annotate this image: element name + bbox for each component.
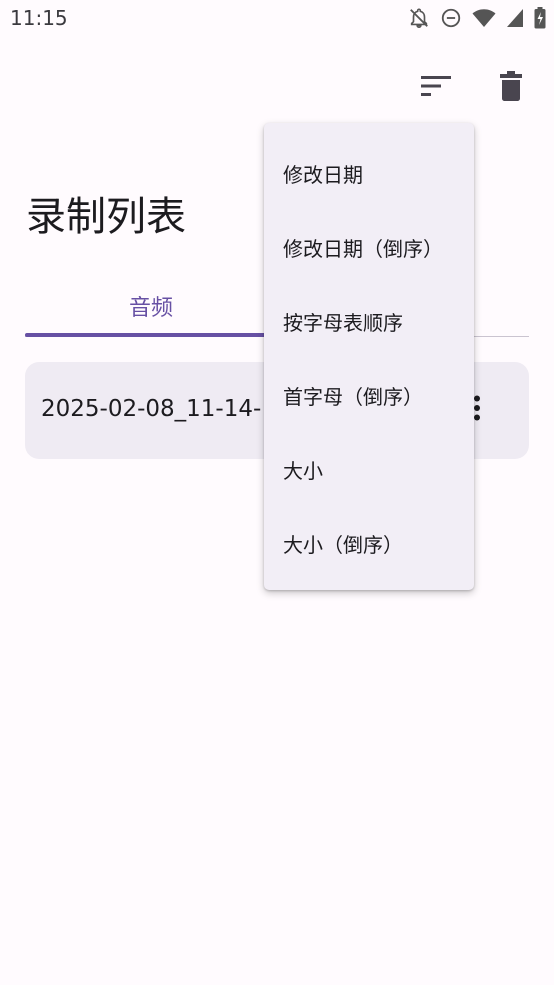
delete-icon [500,71,522,105]
do-not-disturb-icon [440,7,462,29]
menu-item-size[interactable]: 大小 [264,432,474,506]
tab-indicator [25,333,277,337]
notifications-off-icon [408,7,430,29]
menu-item-size-desc[interactable]: 大小（倒序） [264,506,474,580]
page-title: 录制列表 [26,194,186,240]
status-time: 11:15 [10,6,68,30]
status-icons [408,7,546,29]
recording-name: 2025-02-08_11-14- [41,396,262,422]
tab-audio[interactable]: 音频 [25,280,277,332]
sort-menu: 修改日期 修改日期（倒序） 按字母表顺序 首字母（倒序） 大小 大小（倒序） [264,123,474,590]
more-vertical-icon [473,395,481,425]
wifi-icon [472,8,496,28]
menu-item-initial-desc[interactable]: 首字母（倒序） [264,358,474,432]
menu-item-modified-date[interactable]: 修改日期 [264,136,474,210]
sort-button[interactable] [418,70,454,106]
delete-button[interactable] [493,70,529,106]
menu-item-alphabetical[interactable]: 按字母表顺序 [264,284,474,358]
status-bar: 11:15 [0,0,554,38]
battery-charging-icon [534,7,546,29]
signal-icon [506,8,524,28]
menu-item-modified-date-desc[interactable]: 修改日期（倒序） [264,210,474,284]
sort-icon [421,76,451,100]
